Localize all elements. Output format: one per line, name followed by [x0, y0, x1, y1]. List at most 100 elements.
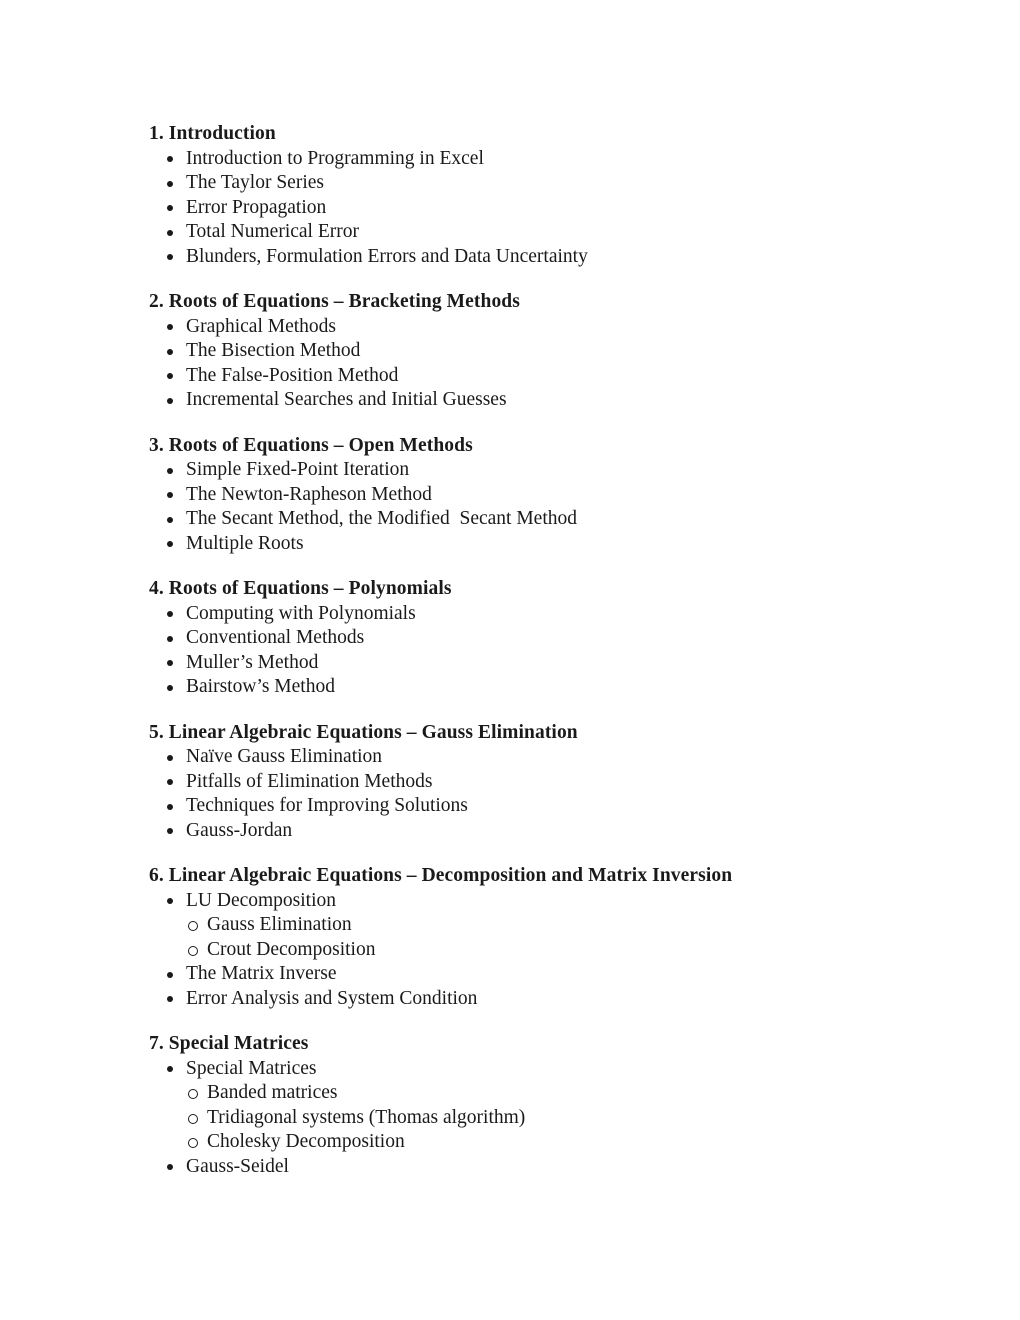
disc-bullet-icon [167, 492, 173, 498]
sub-list-item-label: Cholesky Decomposition [207, 1131, 405, 1152]
list-item-label: LU Decomposition [186, 889, 337, 911]
document-body: 1. Introduction Introduction to Programmi… [149, 122, 909, 1179]
list-item-label: Introduction to Programming in Excel [186, 147, 484, 169]
list-item: Computing with Polynomials [149, 602, 909, 627]
sub-list-item: Cholesky Decomposition [149, 1130, 909, 1155]
sub-list-item: Crout Decomposition [149, 938, 909, 963]
disc-bullet-icon [167, 373, 173, 379]
circle-bullet-icon [188, 921, 198, 931]
bullet-list: Special Matrices Banded matrices Tridiagon… [149, 1057, 909, 1180]
disc-bullet-icon [167, 803, 173, 810]
list-item-label: The Secant Method, the Modified Secant M… [186, 508, 577, 529]
sub-list-item-label: Tridiagonal systems (Thomas algorithm) [207, 1106, 526, 1128]
sub-list-item-label: Banded matrices [207, 1082, 338, 1103]
list-item-label: Gauss-Jordan [186, 819, 293, 841]
disc-bullet-icon [167, 635, 173, 642]
sub-list-item-label: Gauss Elimination [207, 914, 352, 935]
disc-bullet-icon [167, 898, 173, 904]
list-item-label: Naïve Gauss Elimination [186, 746, 383, 767]
disc-bullet-icon [167, 828, 173, 834]
section-heading: 7. Special Matrices [149, 1033, 309, 1054]
sublist-container: Banded matrices Tridiagonal systems (Thom… [149, 1081, 909, 1155]
list-item-label: Techniques for Improving Solutions [186, 795, 468, 816]
section-heading: 3. Roots of Equations – Open Methods [149, 434, 473, 456]
list-item: Special Matrices [149, 1057, 909, 1082]
sublist-container: Gauss Elimination Crout Decomposition [149, 913, 909, 962]
disc-bullet-icon [167, 779, 173, 785]
section-heading: 5. Linear Algebraic Equations – Gauss El… [149, 721, 578, 743]
disc-bullet-icon [167, 467, 173, 474]
outline-section: 6. Linear Algebraic Equations – Decompos… [149, 864, 909, 1011]
disc-bullet-icon [167, 684, 173, 691]
disc-bullet-icon [167, 348, 173, 355]
list-item: The Matrix Inverse [149, 962, 909, 987]
list-item-label: Muller’s Method [186, 651, 319, 673]
list-item: The Secant Method, the Modified Secant M… [149, 507, 909, 532]
list-item: Gauss-Seidel [149, 1155, 909, 1180]
disc-bullet-icon [167, 754, 173, 761]
disc-bullet-icon [167, 971, 173, 978]
bullet-list: Graphical Methods The Bisection Method The… [149, 315, 909, 413]
sub-bullet-list: Gauss Elimination Crout Decomposition [149, 913, 909, 962]
outline-section: 5. Linear Algebraic Equations – Gauss El… [149, 721, 909, 844]
disc-bullet-icon [167, 1066, 173, 1072]
section-heading: 4. Roots of Equations – Polynomials [149, 578, 452, 599]
list-item-label: Computing with Polynomials [186, 602, 416, 624]
disc-bullet-icon [167, 180, 173, 187]
list-item: The False-Position Method [149, 364, 909, 389]
circle-bullet-icon [188, 945, 198, 956]
circle-bullet-icon [188, 1113, 198, 1124]
bullet-list: Simple Fixed-Point Iteration The Newton-R… [149, 458, 909, 556]
list-item-label: Bairstow’s Method [186, 676, 335, 697]
list-item-label: Pitfalls of Elimination Methods [186, 770, 433, 792]
sub-bullet-list: Banded matrices Tridiagonal systems (Thom… [149, 1081, 909, 1155]
list-item: Multiple Roots [149, 532, 909, 557]
list-item-label: The Bisection Method [186, 340, 361, 361]
circle-bullet-icon [188, 1138, 198, 1148]
sub-list-item: Banded matrices [149, 1081, 909, 1106]
bullet-list: Naïve Gauss Elimination Pitfalls of Elimi… [149, 745, 909, 843]
sub-list-item-label: Crout Decomposition [207, 938, 376, 960]
bullet-list: LU Decomposition Gauss Elimination Crout D… [149, 889, 909, 1012]
list-item-label: Multiple Roots [186, 532, 304, 554]
disc-bullet-icon [167, 324, 173, 330]
list-item: Error Analysis and System Condition [149, 987, 909, 1012]
list-item-label: Blunders, Formulation Errors and Data Un… [186, 245, 588, 267]
list-item-label: The Taylor Series [186, 172, 324, 193]
list-item: Error Propagation [149, 196, 909, 221]
section-heading: 6. Linear Algebraic Equations – Decompos… [149, 865, 733, 886]
bullet-list: Computing with Polynomials Conventional M… [149, 602, 909, 700]
outline-section: 4. Roots of Equations – Polynomials Compu… [149, 577, 909, 700]
disc-bullet-icon [167, 660, 173, 666]
list-item-label: Error Propagation [186, 196, 327, 218]
list-item: Graphical Methods [149, 315, 909, 340]
list-item-label: Gauss-Seidel [186, 1155, 289, 1177]
list-item: Muller’s Method [149, 651, 909, 676]
list-item-label: The Newton-Rapheson Method [186, 483, 432, 505]
disc-bullet-icon [167, 254, 173, 260]
list-item: The Newton-Rapheson Method [149, 483, 909, 508]
outline-section: 1. Introduction Introduction to Programmi… [149, 122, 909, 269]
disc-bullet-icon [167, 996, 173, 1002]
list-item: The Bisection Method [149, 339, 909, 364]
list-item: Naïve Gauss Elimination [149, 745, 909, 770]
list-item-label: Graphical Methods [186, 315, 337, 337]
sub-list-item: Tridiagonal systems (Thomas algorithm) [149, 1106, 909, 1131]
list-item: Blunders, Formulation Errors and Data Un… [149, 245, 909, 270]
list-item-label: Error Analysis and System Condition [186, 987, 478, 1009]
list-item: Techniques for Improving Solutions [149, 794, 909, 819]
list-item: Introduction to Programming in Excel [149, 147, 909, 172]
outline-section: 7. Special Matrices Special Matrices Bande… [149, 1032, 909, 1179]
list-item-label: Total Numerical Error [186, 221, 359, 242]
list-item: Gauss-Jordan [149, 819, 909, 844]
section-heading: 1. Introduction [149, 123, 276, 144]
list-item: Incremental Searches and Initial Guesses [149, 388, 909, 413]
list-item: Pitfalls of Elimination Methods [149, 770, 909, 795]
list-item-label: Special Matrices [186, 1057, 317, 1079]
outline-section: 3. Roots of Equations – Open Methods Simp… [149, 434, 909, 557]
list-item-label: Incremental Searches and Initial Guesses [186, 389, 507, 410]
disc-bullet-icon [167, 1164, 173, 1170]
list-item: The Taylor Series [149, 171, 909, 196]
list-item-label: Conventional Methods [186, 627, 365, 648]
list-item: Bairstow’s Method [149, 675, 909, 700]
